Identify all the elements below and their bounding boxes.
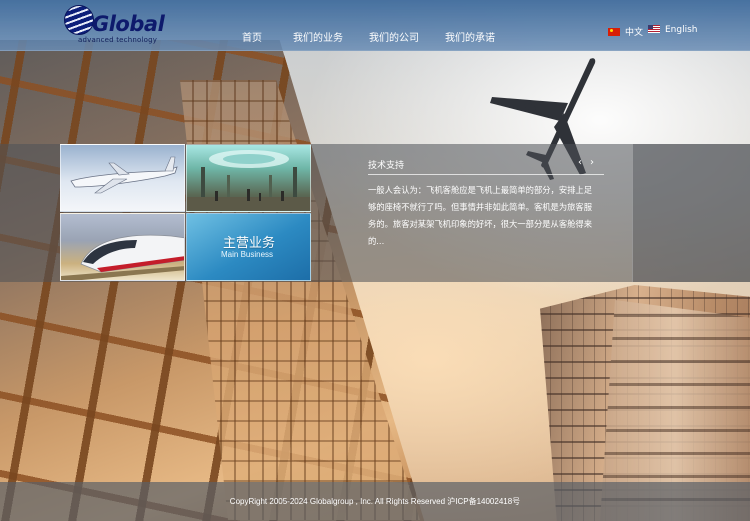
us-flag-icon [648, 25, 660, 33]
logo-tagline: advanced technology [78, 36, 158, 44]
lang-english-label: English [665, 25, 698, 35]
title-divider [368, 174, 604, 175]
jet-image-tile[interactable] [60, 144, 185, 212]
showcase-tiles: 主营业务 Main Business [60, 144, 312, 282]
lang-switch-english[interactable]: English [648, 25, 698, 35]
main-business-tile[interactable]: 主营业务 Main Business [186, 213, 311, 281]
chevron-left-icon[interactable]: ‹ [578, 157, 582, 168]
lang-switch-chinese[interactable]: 中文 [608, 25, 643, 38]
globe-logo-icon [64, 5, 94, 35]
main-business-title-cn: 主营业务 [223, 236, 276, 251]
site-footer: CopyRight 2005-2024 Globalgroup , Inc. A… [0, 482, 750, 521]
nav-item-our-commitment[interactable]: 我们的承诺 [445, 29, 495, 44]
terminal-hall-image-tile[interactable] [186, 144, 311, 212]
train-icon [61, 234, 184, 280]
nav-item-our-business[interactable]: 我们的业务 [293, 29, 343, 44]
content-band-right-panel [632, 144, 750, 282]
main-business-title-en: Main Business [221, 250, 274, 259]
logo-brand-text: Global [92, 12, 165, 36]
site-header: Global advanced technology 首页 我们的业务 我们的公… [0, 0, 750, 51]
jet-icon [70, 156, 178, 194]
nav-item-our-company[interactable]: 我们的公司 [369, 29, 419, 44]
train-image-tile[interactable] [60, 213, 185, 281]
terminal-hall-icon [187, 150, 310, 211]
cn-flag-icon [608, 28, 620, 36]
copyright-text: CopyRight 2005-2024 Globalgroup , Inc. A… [229, 497, 521, 506]
nav-item-home[interactable]: 首页 [242, 29, 262, 44]
lang-chinese-label: 中文 [625, 28, 644, 38]
tech-support-title: 技术支持 [368, 161, 405, 171]
site-logo[interactable]: Global advanced technology [64, 5, 165, 47]
tech-support-panel: 技术支持 ‹ › 一般人会认为：飞机客舱应是飞机上最简单的部分，安排上足够的座椅不… [368, 157, 604, 246]
carousel-controls: ‹ › [578, 157, 602, 168]
chevron-right-icon[interactable]: › [590, 157, 594, 168]
tech-support-body: 一般人会认为：飞机客舱应是飞机上最简单的部分，安排上足够的座椅不就行了吗。但事情… [368, 185, 593, 246]
